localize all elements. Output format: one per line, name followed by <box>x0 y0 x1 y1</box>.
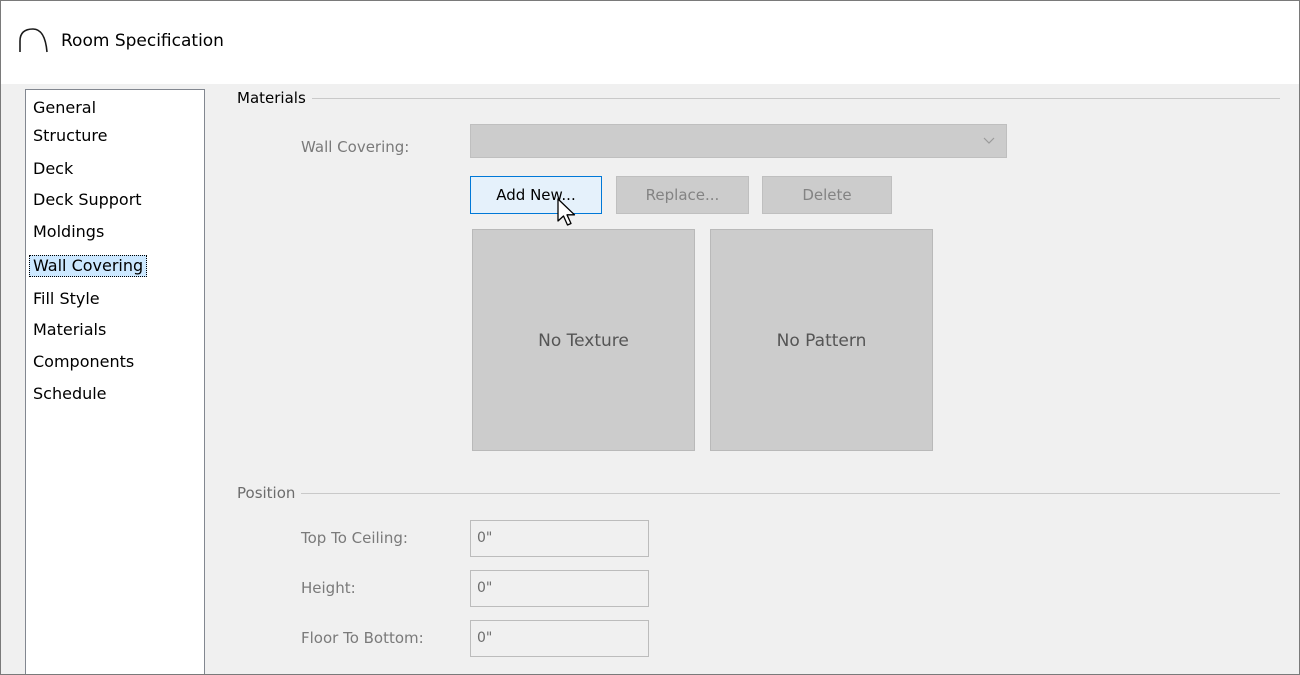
nav-item-schedule[interactable]: Schedule <box>29 383 111 405</box>
texture-preview[interactable]: No Texture <box>472 229 695 451</box>
wall-covering-label: Wall Covering: <box>301 138 410 156</box>
title-bar: Room Specification <box>1 1 1299 84</box>
position-group-divider <box>237 493 1280 494</box>
room-specification-dialog: Room Specification General Structure Dec… <box>0 0 1300 675</box>
nav-item-moldings[interactable]: Moldings <box>29 221 108 243</box>
materials-group-divider <box>237 98 1280 99</box>
position-group-label: Position <box>237 484 302 502</box>
floor-to-bottom-label: Floor To Bottom: <box>301 629 424 647</box>
nav-item-deck-support[interactable]: Deck Support <box>29 189 146 211</box>
nav-item-deck[interactable]: Deck <box>29 158 77 180</box>
replace-button[interactable]: Replace... <box>616 176 749 214</box>
wall-covering-dropdown[interactable] <box>470 124 1007 158</box>
materials-group-label: Materials <box>237 89 312 107</box>
arch-icon <box>19 28 48 53</box>
delete-button[interactable]: Delete <box>762 176 892 214</box>
height-input[interactable]: 0" <box>470 570 649 607</box>
category-list[interactable]: General Structure Deck Deck Support Mold… <box>25 89 205 674</box>
nav-item-components[interactable]: Components <box>29 351 138 373</box>
height-label: Height: <box>301 579 356 597</box>
pattern-preview[interactable]: No Pattern <box>710 229 933 451</box>
nav-item-wall-covering[interactable]: Wall Covering <box>29 255 148 277</box>
mouse-pointer-icon <box>557 198 576 226</box>
floor-to-bottom-input[interactable]: 0" <box>470 620 649 657</box>
add-new-button[interactable]: Add New... <box>470 176 602 214</box>
chevron-down-icon <box>983 137 995 144</box>
window-title: Room Specification <box>61 31 224 51</box>
nav-item-fill-style[interactable]: Fill Style <box>29 288 104 310</box>
nav-item-structure[interactable]: Structure <box>29 125 111 147</box>
top-to-ceiling-label: Top To Ceiling: <box>301 529 408 547</box>
top-to-ceiling-input[interactable]: 0" <box>470 520 649 557</box>
nav-item-general[interactable]: General <box>29 97 100 119</box>
nav-item-materials[interactable]: Materials <box>29 319 110 341</box>
